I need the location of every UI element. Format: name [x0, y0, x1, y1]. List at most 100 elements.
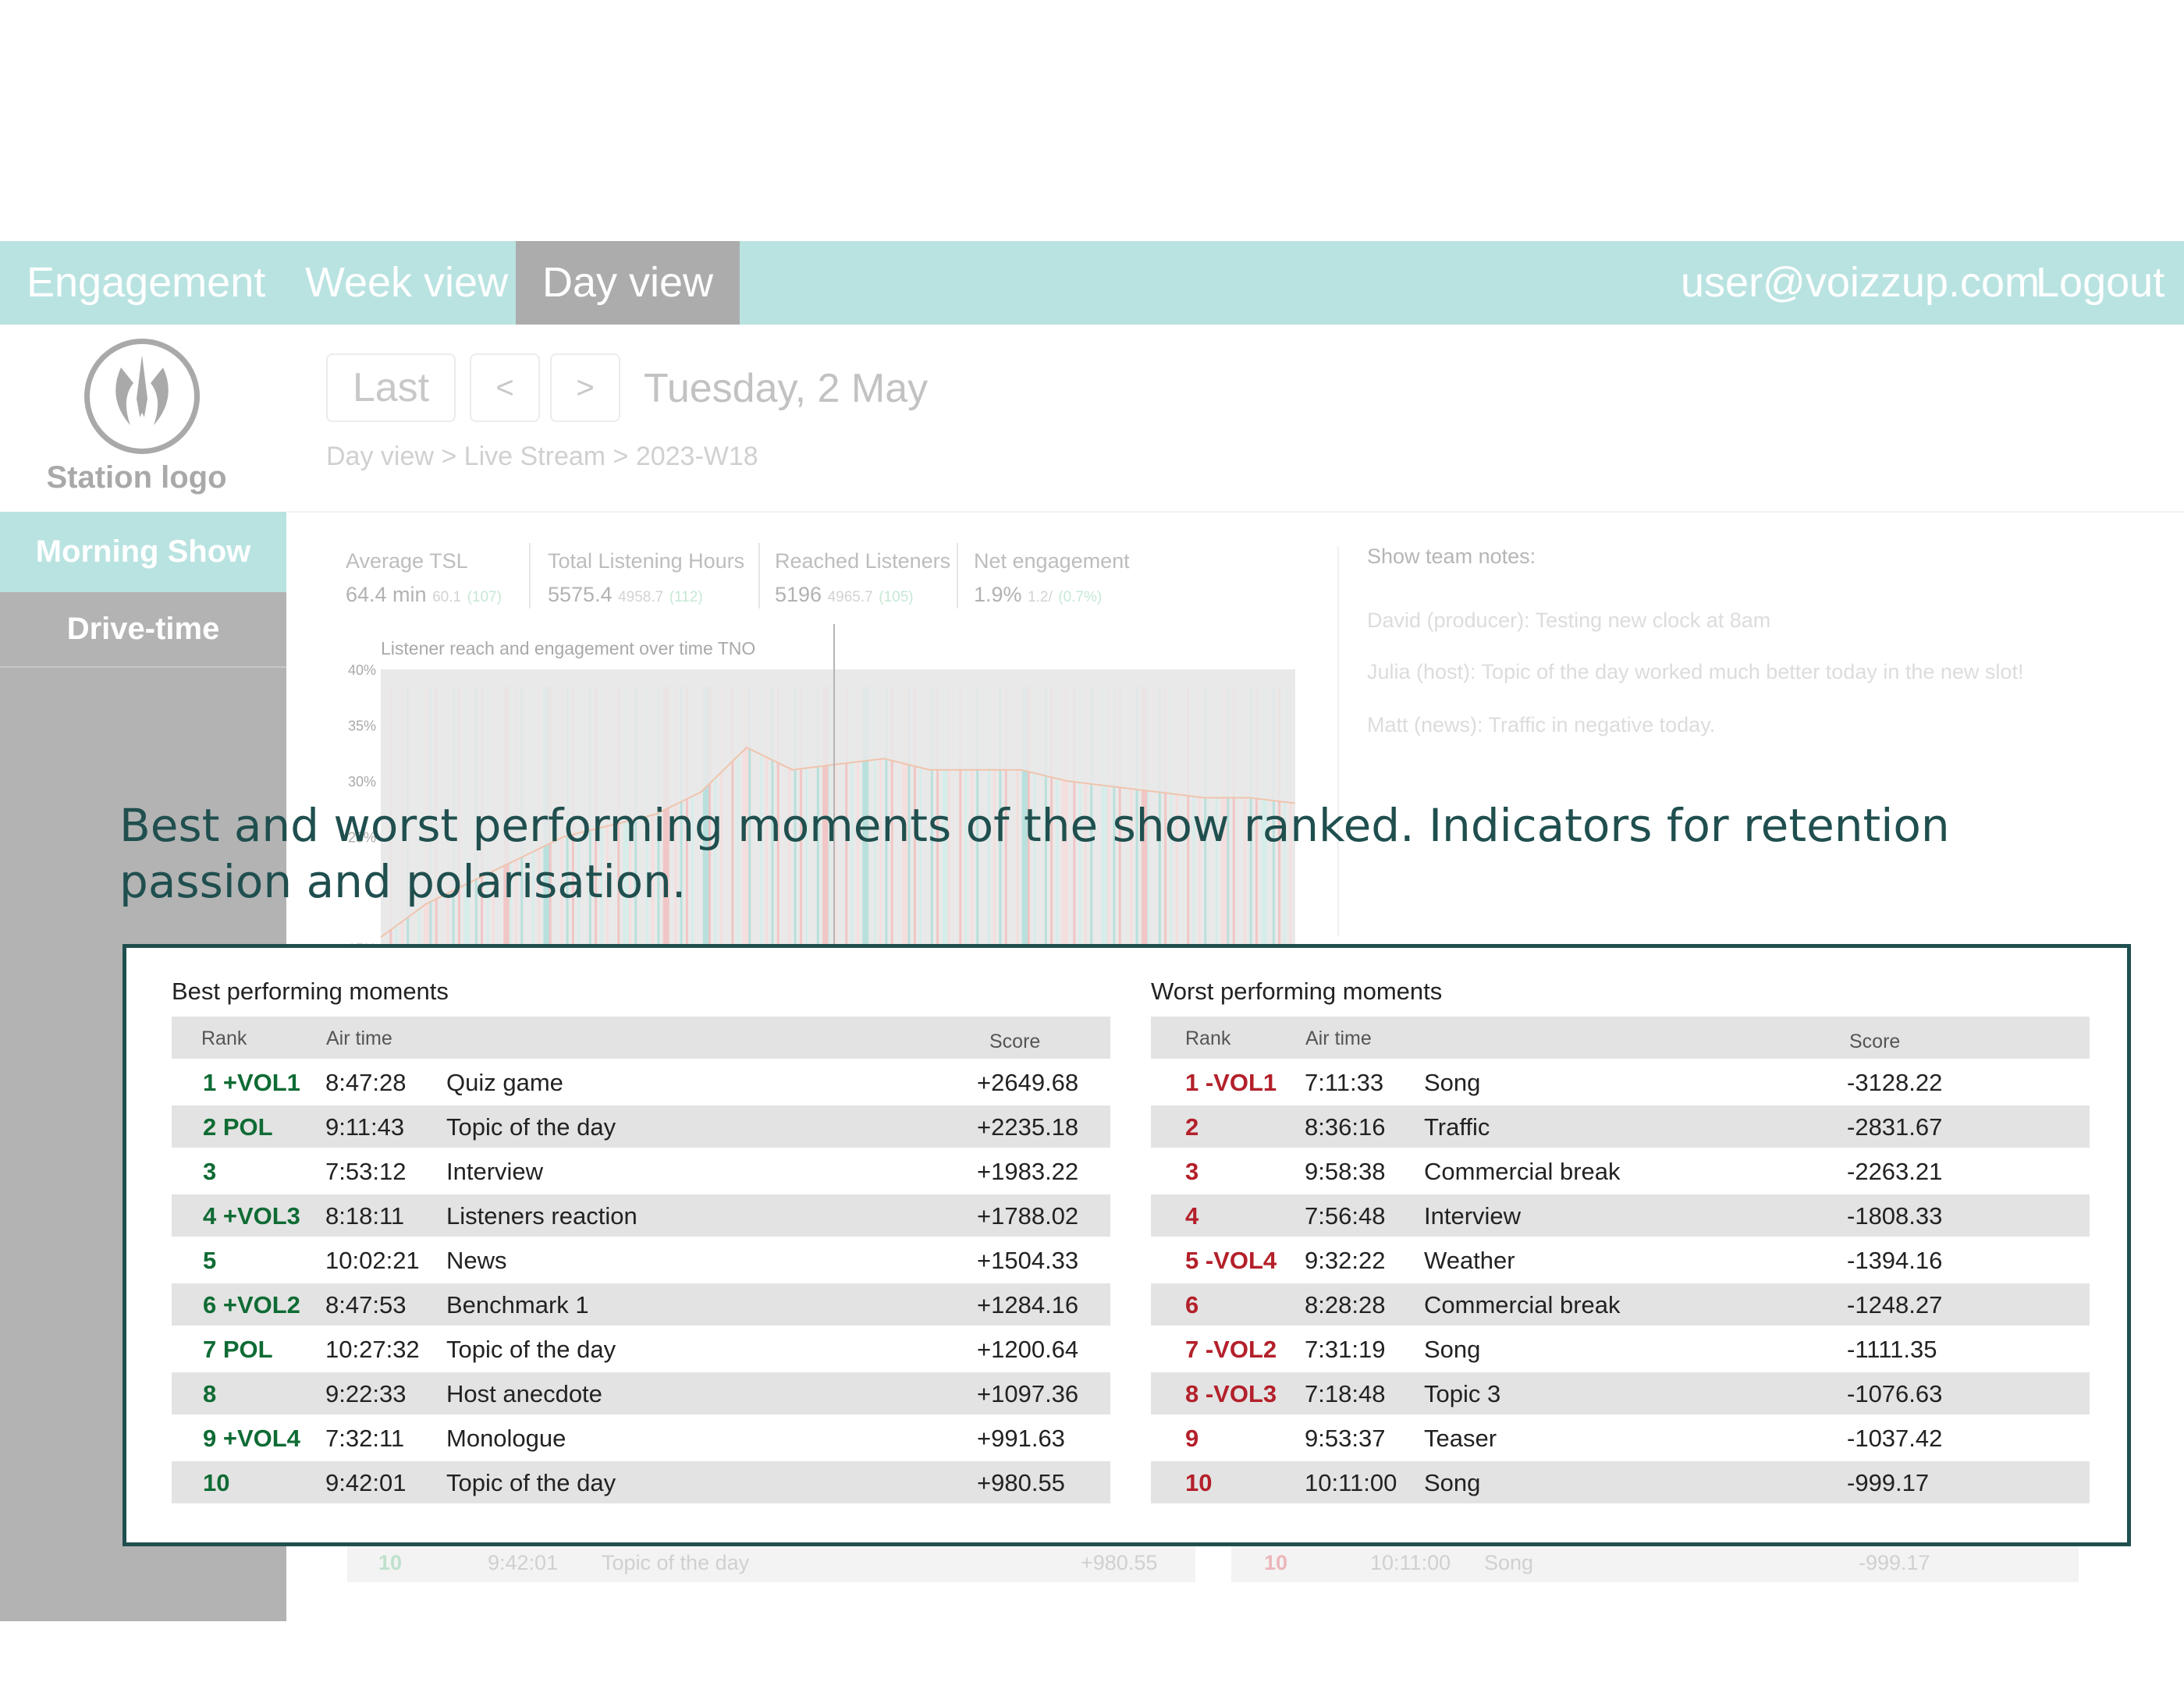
air-time-cell: 8:28:28: [1305, 1291, 1386, 1318]
moment-cell: News: [446, 1247, 507, 1274]
tab-week-view[interactable]: Week view: [279, 241, 534, 325]
air-time-cell: 7:32:11: [325, 1425, 405, 1452]
station-logo-icon: [84, 339, 200, 454]
score-cell: +1284.16: [977, 1291, 1079, 1318]
moment-cell: Commercial break: [1424, 1291, 1621, 1318]
prev-day-button[interactable]: <: [470, 353, 540, 422]
score-cell: +1983.22: [977, 1158, 1079, 1185]
score-cell: -1394.16: [1847, 1247, 1943, 1274]
rank-cell: 7 POL: [203, 1336, 273, 1363]
moment-cell: Song: [1424, 1336, 1481, 1363]
air-time-cell: 7:11:33: [1305, 1069, 1384, 1096]
table-row[interactable]: 5 -VOL4 9:32:22 Weather -1394.16: [1151, 1239, 2090, 1281]
moment-cell: Interview: [446, 1158, 544, 1185]
score-cell: +1504.33: [977, 1247, 1079, 1274]
table-row[interactable]: 5 10:02:21 News +1504.33: [172, 1239, 1110, 1281]
kpi-average-tsl: Average TSL 64.4 min 60.1 (107): [346, 549, 502, 607]
score-cell: -1037.42: [1847, 1425, 1943, 1452]
ghost-row: 10 10:11:00 Song -999.17: [1231, 1543, 2079, 1582]
tab-engagement[interactable]: Engagement: [0, 241, 292, 325]
air-time-cell: 8:47:53: [325, 1291, 407, 1318]
table-row[interactable]: 6 8:28:28 Commercial break -1248.27: [1151, 1283, 2090, 1326]
score-cell: -1248.27: [1847, 1291, 1943, 1318]
table-row[interactable]: 4 +VOL3 8:18:11 Listeners reaction +1788.02: [172, 1194, 1110, 1237]
divider: [286, 511, 2184, 513]
rank-cell: 6: [1185, 1291, 1199, 1318]
table-row[interactable]: 1 -VOL1 7:11:33 Song -3128.22: [1151, 1061, 2090, 1103]
moment-cell: Quiz game: [446, 1069, 563, 1096]
table-row[interactable]: 2 POL 9:11:43 Topic of the day +2235.18: [172, 1106, 1110, 1148]
score-cell: -3128.22: [1847, 1069, 1943, 1096]
last-button[interactable]: Last: [326, 353, 456, 422]
rank-cell: 2: [1185, 1113, 1199, 1141]
column-score: Score: [989, 1031, 1041, 1052]
y-tick-label: 35%: [348, 719, 376, 734]
air-time-cell: 7:56:48: [1305, 1202, 1386, 1230]
table-row[interactable]: 6 +VOL2 8:47:53 Benchmark 1 +1284.16: [172, 1283, 1110, 1326]
air-time-cell: 9:42:01: [325, 1469, 407, 1496]
column-air-time: Air time: [326, 1027, 392, 1049]
air-time-cell: 7:31:19: [1305, 1336, 1386, 1363]
air-time-cell: 9:58:38: [1305, 1158, 1386, 1185]
moment-cell: Topic of the day: [446, 1113, 616, 1141]
best-table-header: Rank Air time Score: [172, 1017, 1110, 1059]
overlay-heading: Best and worst performing moments of the…: [119, 799, 1950, 908]
kpi-label: Total Listening Hours: [548, 549, 745, 573]
column-rank: Rank: [1185, 1027, 1231, 1049]
next-day-button[interactable]: >: [550, 353, 620, 422]
kpi-separator: [957, 543, 958, 609]
rank-cell: 10: [203, 1469, 230, 1496]
note-item: Matt (news): Traffic in negative today.: [1367, 713, 1716, 736]
kpi-delta: (112): [669, 589, 703, 605]
tab-day-view[interactable]: Day view: [516, 241, 740, 325]
score-cell: +1788.02: [977, 1202, 1079, 1230]
kpi-reached-listeners: Reached Listeners 5196 4965.7 (105): [775, 549, 950, 607]
table-row[interactable]: 3 7:53:12 Interview +1983.22: [172, 1150, 1110, 1192]
table-row[interactable]: 8 -VOL3 7:18:48 Topic 3 -1076.63: [1151, 1372, 2090, 1414]
air-time-cell: 8:47:28: [325, 1069, 407, 1096]
table-row[interactable]: 10 9:42:01 Topic of the day +980.55: [172, 1461, 1110, 1503]
kpi-separator: [758, 543, 760, 609]
moment-cell: Topic 3: [1424, 1380, 1501, 1407]
air-time-cell: 10:27:32: [325, 1336, 420, 1363]
table-row[interactable]: 3 9:58:38 Commercial break -2263.21: [1151, 1150, 2090, 1192]
sidebar-item-drive-time[interactable]: Drive-time: [0, 592, 286, 668]
air-time-cell: 9:22:33: [325, 1380, 407, 1407]
table-row[interactable]: 2 8:36:16 Traffic -2831.67: [1151, 1106, 2090, 1148]
table-row[interactable]: 10 10:11:00 Song -999.17: [1151, 1461, 2090, 1503]
note-item: Julia (host): Topic of the day worked mu…: [1367, 660, 2024, 683]
rank-cell: 3: [203, 1158, 217, 1185]
column-air-time: Air time: [1305, 1027, 1372, 1049]
y-tick-label: 30%: [348, 774, 376, 790]
table-row[interactable]: 7 -VOL2 7:31:19 Song -1111.35: [1151, 1328, 2090, 1370]
table-row[interactable]: 7 POL 10:27:32 Topic of the day +1200.64: [172, 1328, 1110, 1370]
kpi-value: 5196: [775, 583, 822, 606]
moment-cell: Traffic: [1424, 1113, 1490, 1141]
user-email[interactable]: user@voizzup.com: [1654, 241, 2066, 325]
moment-cell: Topic of the day: [446, 1336, 616, 1363]
table-row[interactable]: 8 9:22:33 Host anecdote +1097.36: [172, 1372, 1110, 1414]
air-time-cell: 9:11:43: [325, 1113, 405, 1141]
kpi-separator: [529, 543, 531, 609]
sidebar-item-morning-show[interactable]: Morning Show: [0, 512, 286, 592]
kpi-previous: 60.1: [432, 589, 462, 605]
kpi-value: 1.9%: [974, 583, 1022, 606]
rank-cell: 5: [203, 1247, 217, 1274]
kpi-value: 5575.4: [548, 583, 613, 606]
air-time-cell: 10:02:21: [325, 1247, 420, 1274]
moment-cell: Interview: [1424, 1202, 1522, 1230]
air-time-cell: 10:11:00: [1305, 1469, 1397, 1496]
table-row[interactable]: 9 9:53:37 Teaser -1037.42: [1151, 1417, 2090, 1459]
moment-cell: Song: [1424, 1069, 1481, 1096]
air-time-cell: 8:36:16: [1305, 1113, 1386, 1141]
score-cell: +980.55: [977, 1469, 1065, 1496]
logout-link[interactable]: Logout: [2009, 241, 2184, 325]
table-row[interactable]: 4 7:56:48 Interview -1808.33: [1151, 1194, 2090, 1237]
table-row[interactable]: 9 +VOL4 7:32:11 Monologue +991.63: [172, 1417, 1110, 1459]
table-row[interactable]: 1 +VOL1 8:47:28 Quiz game +2649.68: [172, 1061, 1110, 1103]
moment-cell: Topic of the day: [446, 1469, 616, 1496]
score-cell: +991.63: [977, 1425, 1065, 1452]
moment-cell: Teaser: [1424, 1425, 1497, 1452]
score-cell: -1076.63: [1847, 1380, 1943, 1407]
kpi-net-engagement: Net engagement 1.9% 1.2/ (0.7%): [974, 549, 1130, 607]
